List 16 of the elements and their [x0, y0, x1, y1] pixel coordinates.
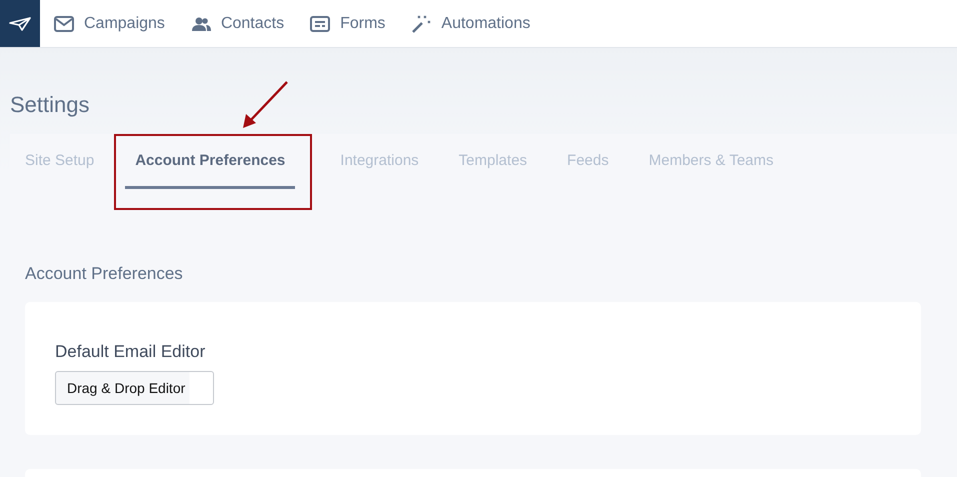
- nav-item[interactable]: Automations: [411, 14, 530, 34]
- annotation-arrow: [241, 80, 290, 130]
- logo[interactable]: [0, 0, 40, 47]
- nav-item[interactable]: Contacts: [190, 14, 284, 32]
- nav-item[interactable]: Campaigns: [54, 14, 165, 32]
- magic-wand-icon: [411, 14, 432, 34]
- section-title: Account Preferences: [25, 263, 184, 285]
- editor-select[interactable]: Drag & Drop Editor: [55, 371, 214, 405]
- tab[interactable]: Account Preferences: [125, 134, 296, 189]
- people-icon: [190, 16, 211, 32]
- form-icon: [310, 16, 330, 32]
- paper-plane-icon: [9, 16, 31, 30]
- page-title: Settings: [10, 92, 90, 118]
- field-label: Default Email Editor: [55, 342, 206, 362]
- nav-item[interactable]: Forms: [310, 14, 386, 32]
- envelope-icon: [54, 16, 74, 32]
